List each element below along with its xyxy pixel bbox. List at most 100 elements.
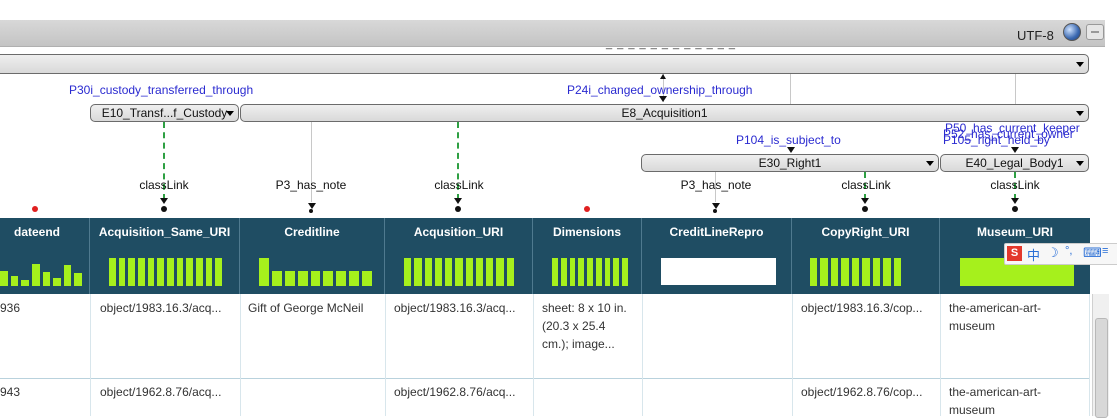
histogram-bar bbox=[404, 258, 412, 286]
link-endpoint bbox=[161, 206, 167, 212]
link-label[interactable]: classLink bbox=[119, 178, 209, 192]
link-label[interactable]: classLink bbox=[821, 178, 911, 192]
column-header[interactable]: Creditline bbox=[240, 218, 385, 294]
node-e10-label: E10_Transf...f_Custody bbox=[101, 106, 228, 120]
table-cell[interactable]: object/1983.16.3/acq... bbox=[394, 299, 531, 317]
minimize-icon[interactable] bbox=[1086, 24, 1104, 40]
column-separator bbox=[1089, 294, 1090, 416]
column-header[interactable]: Acquisition_Same_URI bbox=[90, 218, 240, 294]
column-title: Acquisition_Same_URI bbox=[98, 225, 231, 239]
table-cell[interactable]: Gift of George McNeil bbox=[248, 299, 383, 317]
arrow-down-icon bbox=[1011, 147, 1019, 153]
arrow-down-icon bbox=[160, 198, 168, 204]
table-cell[interactable]: sheet: 8 x 10 in. (20.3 x 25.4 cm.); ima… bbox=[542, 299, 632, 353]
node-e8-label: E8_Acquisition1 bbox=[621, 106, 708, 120]
link-label[interactable]: P3_has_note bbox=[671, 178, 761, 192]
connector-line bbox=[790, 74, 791, 104]
node-e8[interactable]: E8_Acquisition1 bbox=[240, 104, 1089, 122]
link-endpoint bbox=[862, 206, 868, 212]
property-label-p24i[interactable]: P24i_changed_ownership_through bbox=[567, 83, 752, 97]
table-cell[interactable]: object/1962.8.76/acq... bbox=[100, 383, 238, 401]
column-header[interactable]: Dimensions bbox=[533, 218, 642, 294]
punctuation-icon[interactable]: °, bbox=[1065, 245, 1072, 257]
column-histogram bbox=[0, 258, 82, 286]
histogram-bar bbox=[569, 258, 576, 286]
histogram-bar bbox=[465, 258, 473, 286]
scrollbar-thumb[interactable] bbox=[1095, 318, 1108, 418]
column-histogram bbox=[109, 258, 222, 286]
histogram-bar bbox=[271, 270, 282, 286]
sogou-icon[interactable]: S bbox=[1007, 246, 1022, 261]
table-cell[interactable]: the-american-art-museum bbox=[949, 383, 1059, 419]
table-cell[interactable]: object/1962.8.76/cop... bbox=[801, 383, 938, 401]
menu-icon[interactable]: ≡ bbox=[1102, 245, 1108, 257]
moon-icon[interactable]: ☽ bbox=[1047, 245, 1059, 261]
ime-lang-label[interactable]: 中 bbox=[1027, 245, 1040, 264]
link-label[interactable]: P3_has_note bbox=[266, 178, 356, 192]
histogram-bar bbox=[215, 258, 222, 286]
arrow-down-icon bbox=[861, 198, 869, 204]
column-separator bbox=[940, 294, 941, 416]
histogram-bar bbox=[595, 258, 602, 286]
vertical-scrollbar[interactable] bbox=[1092, 294, 1109, 418]
column-histogram-empty bbox=[661, 258, 776, 285]
column-title: CopyRight_URI bbox=[821, 225, 910, 239]
partial-label: _ _ _ _ _ _ _ _ _ _ _ _ bbox=[606, 38, 737, 50]
chevron-down-icon[interactable] bbox=[926, 161, 934, 166]
histogram-bar bbox=[205, 258, 213, 286]
chevron-down-icon[interactable] bbox=[226, 111, 234, 116]
chevron-down-icon[interactable] bbox=[1076, 111, 1084, 116]
column-separator bbox=[240, 294, 241, 416]
node-e10[interactable]: E10_Transf...f_Custody bbox=[90, 104, 239, 122]
column-separator bbox=[90, 294, 91, 416]
column-separator bbox=[642, 294, 643, 416]
histogram-bar bbox=[31, 263, 40, 286]
node-e40[interactable]: E40_Legal_Body1 bbox=[940, 154, 1089, 172]
histogram-bar bbox=[622, 258, 628, 286]
encoding-label: UTF-8 bbox=[1017, 28, 1054, 43]
node-e30[interactable]: E30_Right1 bbox=[641, 154, 939, 172]
histogram-bar bbox=[259, 258, 269, 286]
property-label-p105[interactable]: P105_right_held_by bbox=[943, 133, 1050, 147]
histogram-bar bbox=[496, 258, 504, 286]
column-header[interactable]: Acqusition_URI bbox=[385, 218, 533, 294]
histogram-bar bbox=[851, 258, 860, 286]
chevron-down-icon[interactable] bbox=[1076, 62, 1084, 67]
keyboard-icon[interactable]: ⌨ bbox=[1083, 245, 1102, 261]
column-header[interactable]: CreditLineRepro bbox=[642, 218, 792, 294]
column-separator bbox=[533, 294, 534, 416]
table-cell[interactable]: object/1983.16.3/acq... bbox=[100, 299, 238, 317]
histogram-bar bbox=[475, 258, 484, 286]
property-label-p104[interactable]: P104_is_subject_to bbox=[736, 133, 841, 147]
ime-toolbar[interactable]: S 中 ☽ °, ⌨ ≡ bbox=[1004, 243, 1117, 265]
histogram-bar bbox=[196, 258, 203, 286]
table-cell[interactable]: object/1983.16.3/cop... bbox=[801, 299, 938, 317]
histogram-bar bbox=[820, 258, 828, 286]
histogram-bar bbox=[42, 272, 51, 286]
column-header-row: dateend Acquisition_Same_URI Creditline … bbox=[0, 218, 1090, 294]
histogram-bar bbox=[445, 258, 453, 286]
property-label-p30i[interactable]: P30i_custody_transferred_through bbox=[69, 83, 253, 97]
column-header[interactable]: CopyRight_URI bbox=[792, 218, 940, 294]
table-cell[interactable]: 936 bbox=[0, 299, 86, 317]
link-label[interactable]: classLink bbox=[414, 178, 504, 192]
arrow-down-icon bbox=[454, 198, 462, 204]
unmapped-indicator bbox=[584, 206, 590, 212]
link-endpoint bbox=[309, 209, 313, 213]
table-cell[interactable]: 943 bbox=[0, 383, 86, 401]
histogram-bar bbox=[53, 277, 61, 286]
histogram-bar bbox=[74, 273, 82, 286]
column-histogram bbox=[810, 258, 901, 286]
top-node-bar[interactable] bbox=[0, 54, 1089, 74]
node-e40-label: E40_Legal_Body1 bbox=[965, 156, 1064, 170]
column-header[interactable]: dateend bbox=[0, 218, 90, 294]
histogram-bar bbox=[284, 270, 295, 286]
chevron-down-icon[interactable] bbox=[1076, 161, 1084, 166]
link-label[interactable]: classLink bbox=[970, 178, 1060, 192]
table-cell[interactable]: object/1962.8.76/acq... bbox=[394, 383, 531, 401]
link-endpoint bbox=[1012, 206, 1018, 212]
histogram-bar bbox=[176, 258, 184, 286]
link-endpoint bbox=[713, 209, 717, 213]
globe-icon[interactable] bbox=[1063, 23, 1081, 41]
table-cell[interactable]: the-american-art-museum bbox=[949, 299, 1059, 335]
